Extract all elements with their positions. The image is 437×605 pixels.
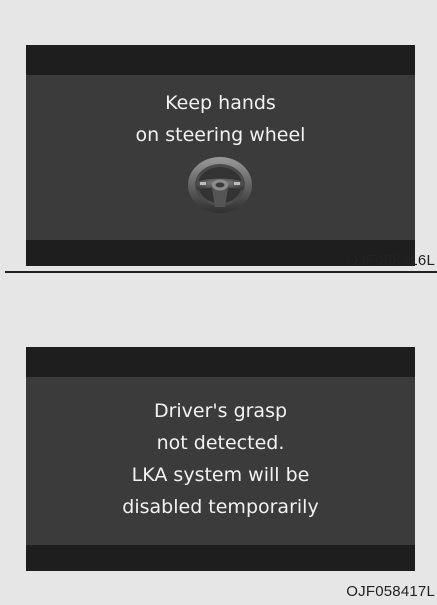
figure-grasp-not-detected: Driver's grasp not detected. LKA system …	[0, 290, 437, 605]
message-line-3: LKA system will be	[131, 464, 310, 486]
cluster-display: Driver's grasp not detected. LKA system …	[26, 347, 415, 571]
figure-code: OJF058416L	[346, 252, 435, 269]
display-top-bar	[26, 347, 415, 377]
message-line-2: on steering wheel	[135, 124, 306, 146]
message-line-1: Keep hands	[165, 92, 276, 114]
cluster-display: Keep hands on steering wheel	[26, 45, 415, 266]
figure-hands-on-wheel: Keep hands on steering wheel OJF058416L	[0, 0, 437, 290]
warning-message: Driver's grasp not detected. LKA system …	[26, 395, 415, 523]
message-line-1: Driver's grasp	[153, 400, 288, 422]
figure-code: OJF058417L	[346, 583, 435, 600]
message-line-2: not detected.	[156, 432, 285, 454]
caption-divider	[5, 271, 437, 273]
message-line-4: disabled temporarily	[122, 496, 319, 518]
warning-message: Keep hands on steering wheel	[26, 87, 415, 151]
steering-wheel-icon	[188, 157, 252, 213]
display-top-bar	[26, 45, 415, 75]
display-bottom-bar	[26, 545, 415, 571]
